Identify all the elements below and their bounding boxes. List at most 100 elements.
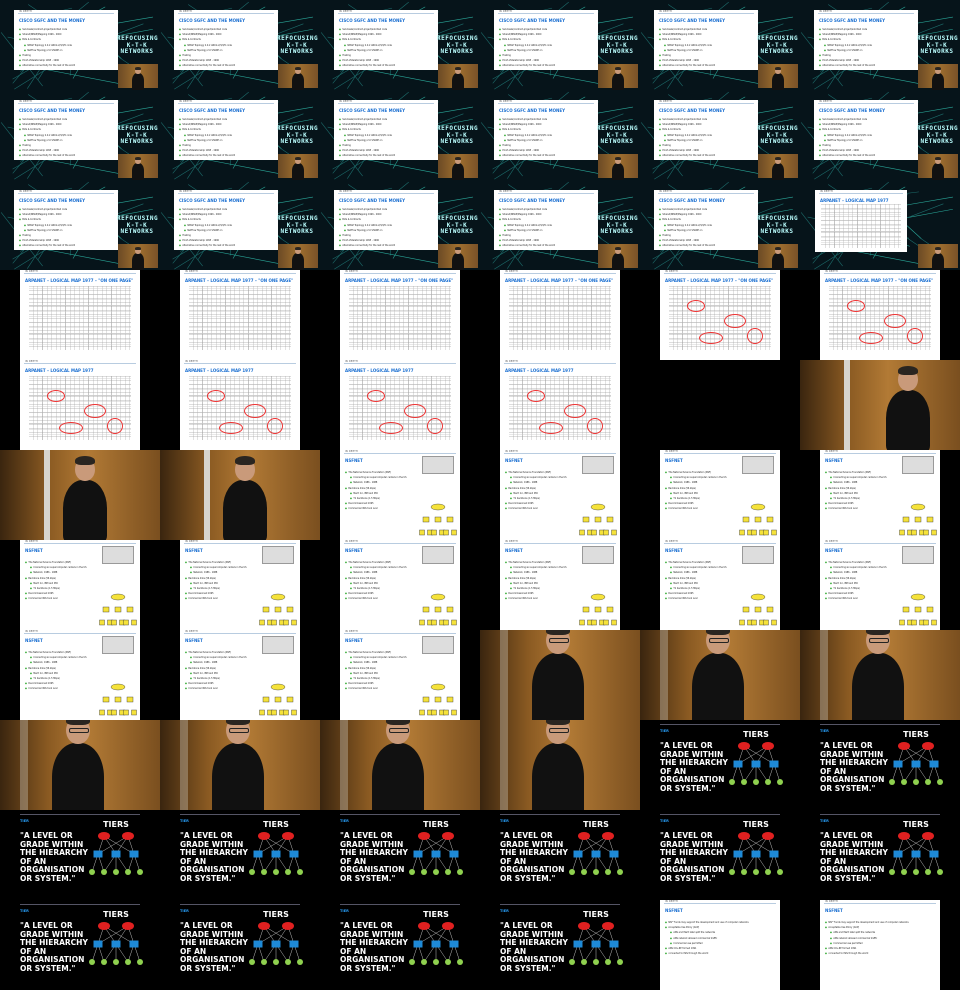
endpoint-icon: [925, 869, 931, 875]
video-frame[interactable]: IN DEPTHNSFNETThe National Science Found…: [160, 540, 320, 630]
refocusing-badge: REFOCUSING K-T-K NETWORKS: [597, 215, 639, 235]
video-frame[interactable]: [800, 360, 960, 450]
video-frame[interactable]: TIER "A LEVEL OR GRADE WITHIN THE HIERARC…: [0, 900, 160, 990]
video-frame[interactable]: IN DEPTHNSFNETThe National Science Found…: [800, 540, 960, 630]
video-frame[interactable]: [480, 630, 640, 720]
video-frame[interactable]: IN DEPTH ARPANET – LOGICAL MAP 1977: [480, 360, 640, 450]
video-frame[interactable]: [160, 450, 320, 540]
video-frame[interactable]: IN DEPTH CISCO SGFC AND THE MONEY Sub-task…: [0, 180, 160, 270]
video-frame[interactable]: IN DEPTH CISCO SGFC AND THE MONEY Sub-task…: [320, 0, 480, 90]
speaker-body: [292, 253, 304, 270]
video-frame[interactable]: IN DEPTHNSFNETThe National Science Found…: [160, 630, 320, 720]
red-annotation-circle: [379, 422, 403, 434]
video-frame[interactable]: IN DEPTHNSFNETThe National Science Found…: [320, 540, 480, 630]
video-frame[interactable]: TIER "A LEVEL OR GRADE WITHIN THE HIERARC…: [800, 720, 960, 810]
endpoint-icon: [261, 869, 267, 875]
video-frame[interactable]: IN DEPTH CISCO SGFC AND THE MONEY Sub-task…: [800, 90, 960, 180]
video-frame[interactable]: IN DEPTHNSFNETThe National Science Found…: [320, 450, 480, 540]
video-frame[interactable]: IN DEPTH CISCO SGFC AND THE MONEY Sub-task…: [480, 90, 640, 180]
video-frame[interactable]: IN DEPTH ARPANET – LOGICAL MAP 1977: [800, 180, 960, 270]
video-frame[interactable]: IN DEPTHNSFNETThe National Science Found…: [320, 630, 480, 720]
video-frame[interactable]: IN DEPTHNSFNETThe National Science Found…: [0, 540, 160, 630]
endpoint-icon: [113, 959, 119, 965]
endpoint-icon: [913, 779, 919, 785]
slide-frame: IN DEPTH CISCO SGFC AND THE MONEY Sub-task…: [334, 10, 438, 70]
video-frame[interactable]: IN DEPTH CISCO SGFC AND THE MONEY Sub-task…: [160, 180, 320, 270]
nsfnet-screenshot: [742, 456, 774, 474]
arpanet-map: [189, 286, 291, 350]
video-frame[interactable]: IN DEPTHNSFNETThe National Science Found…: [800, 450, 960, 540]
video-frame[interactable]: IN DEPTH ARPANET – LOGICAL MAP 1977 – "ON…: [0, 270, 160, 360]
video-frame[interactable]: IN DEPTH ARPANET – LOGICAL MAP 1977 – "ON…: [160, 270, 320, 360]
video-frame[interactable]: IN DEPTH CISCO SGFC AND THE MONEY Sub-task…: [160, 90, 320, 180]
slide-breadcrumb: IN DEPTH: [825, 540, 838, 543]
video-frame[interactable]: IN DEPTHNSFNETThe National Science Found…: [640, 450, 800, 540]
campus-node: [751, 529, 757, 536]
endpoint-icon: [569, 869, 575, 875]
video-frame[interactable]: IN DEPTH CISCO SGFC AND THE MONEY Sub-task…: [320, 180, 480, 270]
video-frame[interactable]: IN DEPTHNSFNETThe National Science Found…: [480, 540, 640, 630]
cloud-icon: [98, 922, 110, 930]
campus-node: [899, 619, 905, 626]
video-frame[interactable]: TIER "A LEVEL OR GRADE WITHIN THE HIERARC…: [0, 810, 160, 900]
slide-breadcrumb: IN DEPTH: [819, 100, 832, 103]
slide-top-rule: [178, 103, 274, 104]
video-frame[interactable]: IN DEPTH ARPANET – LOGICAL MAP 1977: [0, 360, 160, 450]
video-frame[interactable]: IN DEPTH CISCO SGFC AND THE MONEY Sub-task…: [480, 180, 640, 270]
video-frame[interactable]: [0, 720, 160, 810]
video-frame[interactable]: IN DEPTH ARPANET – LOGICAL MAP 1977: [160, 360, 320, 450]
speaker-inset: [758, 64, 798, 90]
video-frame[interactable]: IN DEPTH CISCO SGFC AND THE MONEY Sub-task…: [800, 0, 960, 90]
video-frame[interactable]: IN DEPTH CISCO SGFC AND THE MONEY Sub-task…: [480, 0, 640, 90]
video-frame[interactable]: IN DEPTH NSFNET NSF "funds may support the…: [640, 900, 800, 990]
video-frame[interactable]: IN DEPTH CISCO SGFC AND THE MONEY Sub-task…: [640, 180, 800, 270]
video-frame[interactable]: TIER "A LEVEL OR GRADE WITHIN THE HIERARC…: [640, 720, 800, 810]
video-frame[interactable]: IN DEPTH ARPANET – LOGICAL MAP 1977 – "ON…: [640, 270, 800, 360]
speaker-glasses: [549, 728, 569, 733]
slide-breadcrumb: IN DEPTH: [179, 190, 192, 193]
video-frame[interactable]: [640, 360, 800, 450]
video-frame[interactable]: [480, 720, 640, 810]
slide-frame: IN DEPTH ARPANET – LOGICAL MAP 1977: [20, 360, 140, 450]
video-frame[interactable]: TIER "A LEVEL OR GRADE WITHIN THE HIERARC…: [480, 810, 640, 900]
video-frame[interactable]: TIER "A LEVEL OR GRADE WITHIN THE HIERARC…: [480, 900, 640, 990]
slide-breadcrumb: IN DEPTH: [19, 10, 32, 13]
video-frame[interactable]: TIER "A LEVEL OR GRADE WITHIN THE HIERARC…: [800, 810, 960, 900]
campus-node: [431, 709, 437, 716]
video-frame[interactable]: IN DEPTH CISCO SGFC AND THE MONEY Sub-task…: [160, 0, 320, 90]
regional-node: [606, 516, 614, 523]
video-frame[interactable]: IN DEPTH CISCO SGFC AND THE MONEY Sub-task…: [0, 90, 160, 180]
video-frame[interactable]: IN DEPTH ARPANET – LOGICAL MAP 1977 – "ON…: [800, 270, 960, 360]
slide-top-rule: [20, 814, 140, 815]
video-frame[interactable]: TIER "A LEVEL OR GRADE WITHIN THE HIERARC…: [640, 810, 800, 900]
endpoint-icon: [297, 869, 303, 875]
slide-title: TIER: [340, 819, 349, 823]
video-frame[interactable]: IN DEPTH CISCO SGFC AND THE MONEY Sub-task…: [320, 90, 480, 180]
video-frame[interactable]: TIER "A LEVEL OR GRADE WITHIN THE HIERARC…: [160, 900, 320, 990]
video-frame[interactable]: TIER "A LEVEL OR GRADE WITHIN THE HIERARC…: [160, 810, 320, 900]
nsfnet-screenshot: [902, 546, 934, 564]
wall-panel: [844, 360, 850, 450]
video-frame[interactable]: IN DEPTH NSFNET NSF "funds may support the…: [800, 900, 960, 990]
video-frame[interactable]: IN DEPTH CISCO SGFC AND THE MONEY Sub-task…: [640, 90, 800, 180]
video-frame[interactable]: [640, 630, 800, 720]
slide-breadcrumb: IN DEPTH: [345, 360, 358, 363]
video-frame[interactable]: IN DEPTH CISCO SGFC AND THE MONEY Sub-task…: [0, 0, 160, 90]
video-frame[interactable]: IN DEPTHNSFNETThe National Science Found…: [0, 630, 160, 720]
slide-breadcrumb: IN DEPTH: [665, 540, 678, 543]
video-frame[interactable]: IN DEPTH ARPANET – LOGICAL MAP 1977: [320, 360, 480, 450]
video-frame[interactable]: IN DEPTHNSFNETThe National Science Found…: [640, 540, 800, 630]
video-frame[interactable]: IN DEPTHNSFNETThe National Science Found…: [480, 450, 640, 540]
video-frame[interactable]: TIER "A LEVEL OR GRADE WITHIN THE HIERARC…: [320, 810, 480, 900]
switch-icon: [93, 850, 103, 858]
video-frame[interactable]: [0, 450, 160, 540]
video-frame[interactable]: [800, 630, 960, 720]
video-frame[interactable]: IN DEPTH ARPANET – LOGICAL MAP 1977 – "ON…: [320, 270, 480, 360]
video-frame[interactable]: IN DEPTH CISCO SGFC AND THE MONEY Sub-task…: [640, 0, 800, 90]
bullet-item: Alternative connectivity for the rest of…: [179, 63, 274, 68]
video-frame[interactable]: [160, 720, 320, 810]
endpoint-icon: [937, 869, 943, 875]
video-frame[interactable]: IN DEPTH ARPANET – LOGICAL MAP 1977 – "ON…: [480, 270, 640, 360]
video-frame[interactable]: TIER "A LEVEL OR GRADE WITHIN THE HIERARC…: [320, 900, 480, 990]
video-frame[interactable]: [320, 720, 480, 810]
